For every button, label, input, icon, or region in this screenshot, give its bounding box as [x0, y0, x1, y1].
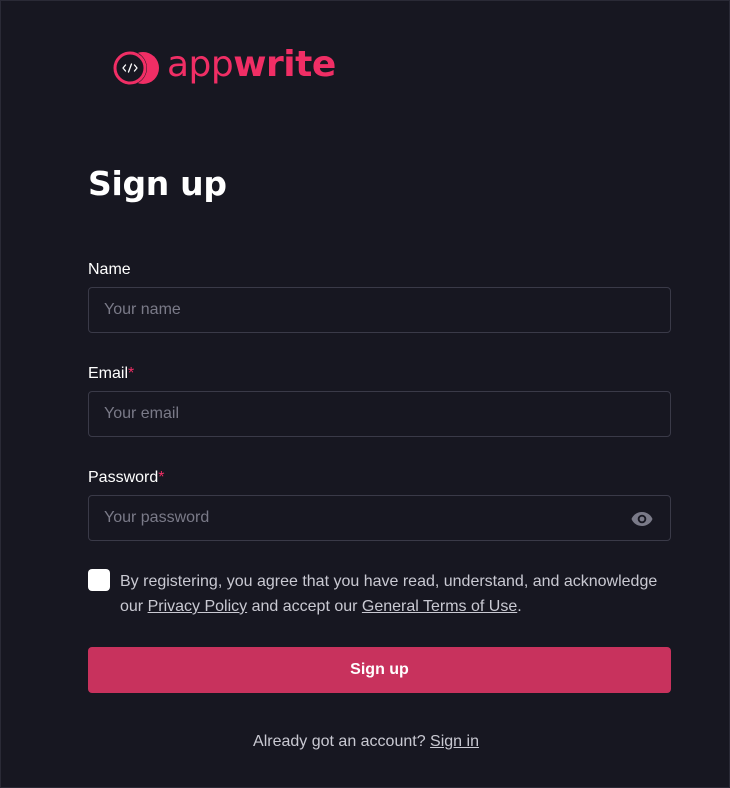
- page-title: Sign up: [88, 164, 227, 203]
- terms-of-use-link[interactable]: General Terms of Use: [362, 598, 517, 615]
- sign-in-prompt: Already got an account? Sign in: [1, 733, 730, 751]
- brand-wordmark: appwrite: [167, 47, 336, 83]
- appwrite-logo[interactable]: appwrite: [112, 47, 336, 89]
- email-input[interactable]: [89, 392, 670, 436]
- privacy-policy-link[interactable]: Privacy Policy: [148, 598, 248, 615]
- name-label-text: Name: [88, 261, 131, 278]
- name-input[interactable]: [89, 288, 670, 332]
- email-label-text: Email: [88, 365, 129, 382]
- password-label-text: Password: [88, 469, 159, 486]
- password-field-wrapper: [88, 495, 671, 541]
- required-marker: *: [128, 365, 135, 382]
- name-field-wrapper: [88, 287, 671, 333]
- signup-page: appwrite Sign up Name Email* Password* B…: [0, 0, 730, 788]
- brand-name-light: app: [167, 44, 234, 85]
- name-label: Name: [88, 261, 131, 279]
- required-marker: *: [158, 469, 165, 486]
- eye-icon[interactable]: [630, 508, 654, 530]
- footer-text: Already got an account?: [253, 733, 426, 750]
- password-input[interactable]: [89, 496, 670, 540]
- sign-in-link[interactable]: Sign in: [430, 733, 479, 750]
- password-label: Password*: [88, 469, 164, 487]
- terms-text-after: .: [517, 598, 522, 615]
- terms-text: By registering, you agree that you have …: [120, 569, 680, 619]
- sign-up-button[interactable]: Sign up: [88, 647, 671, 693]
- brand-name-bold: write: [233, 44, 336, 85]
- email-field-wrapper: [88, 391, 671, 437]
- code-brackets-icon: [113, 51, 159, 85]
- terms-text-middle: and accept our: [247, 598, 362, 615]
- terms-checkbox[interactable]: [88, 569, 110, 591]
- email-label: Email*: [88, 365, 134, 383]
